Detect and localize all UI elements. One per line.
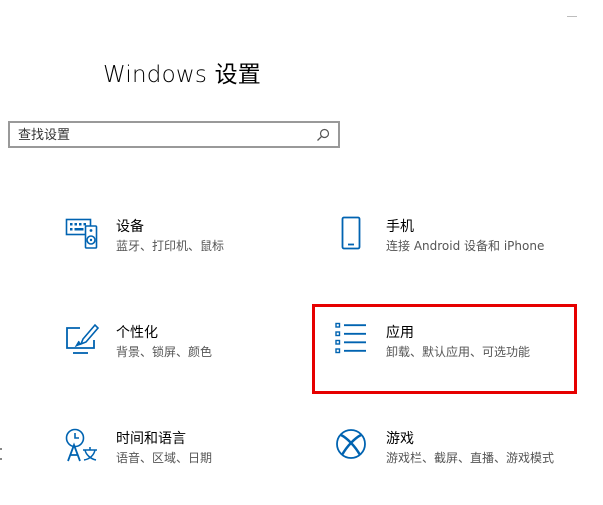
search-icon[interactable] (316, 128, 330, 142)
tile-personalization-title: 个性化 (116, 325, 158, 341)
page-title: Windows 设置 (103, 62, 261, 88)
settings-window: Windows 设置 设备 蓝牙、打印机、鼠标 (0, 0, 603, 505)
tile-personalization-desc: 背景、锁屏、颜色 (116, 345, 213, 359)
tile-gaming-desc: 游戏栏、截屏、直播、游戏模式 (386, 451, 555, 465)
minimize-button[interactable] (560, 8, 584, 24)
tile-devices-title: 设备 (116, 219, 144, 235)
tile-gaming-title: 游戏 (386, 431, 414, 447)
tile-phone-desc: 连接 Android 设备和 iPhone (386, 239, 545, 253)
time-language-icon (65, 428, 97, 462)
tile-phone-title: 手机 (386, 219, 414, 235)
tile-personalization[interactable]: 个性化 背景、锁屏、颜色 (64, 322, 294, 392)
search-input[interactable] (18, 125, 308, 145)
highlight-annotation (312, 304, 577, 394)
xbox-icon (336, 429, 366, 459)
edge-marker (0, 448, 3, 462)
keyboard-speaker-icon (65, 218, 98, 249)
tile-phone[interactable]: 手机 连接 Android 设备和 iPhone (334, 216, 564, 286)
tile-time-language-desc: 语音、区域、日期 (116, 451, 213, 465)
tile-devices-desc: 蓝牙、打印机、鼠标 (116, 239, 225, 253)
tile-time-language-title: 时间和语言 (116, 431, 186, 447)
tile-time-language[interactable]: 时间和语言 语音、区域、日期 (64, 428, 294, 498)
tile-devices[interactable]: 设备 蓝牙、打印机、鼠标 (64, 216, 294, 286)
phone-icon (341, 216, 361, 250)
tile-gaming[interactable]: 游戏 游戏栏、截屏、直播、游戏模式 (334, 428, 564, 498)
brush-screen-icon (66, 323, 100, 354)
minimize-icon (567, 16, 577, 17)
search-box[interactable] (8, 121, 340, 148)
